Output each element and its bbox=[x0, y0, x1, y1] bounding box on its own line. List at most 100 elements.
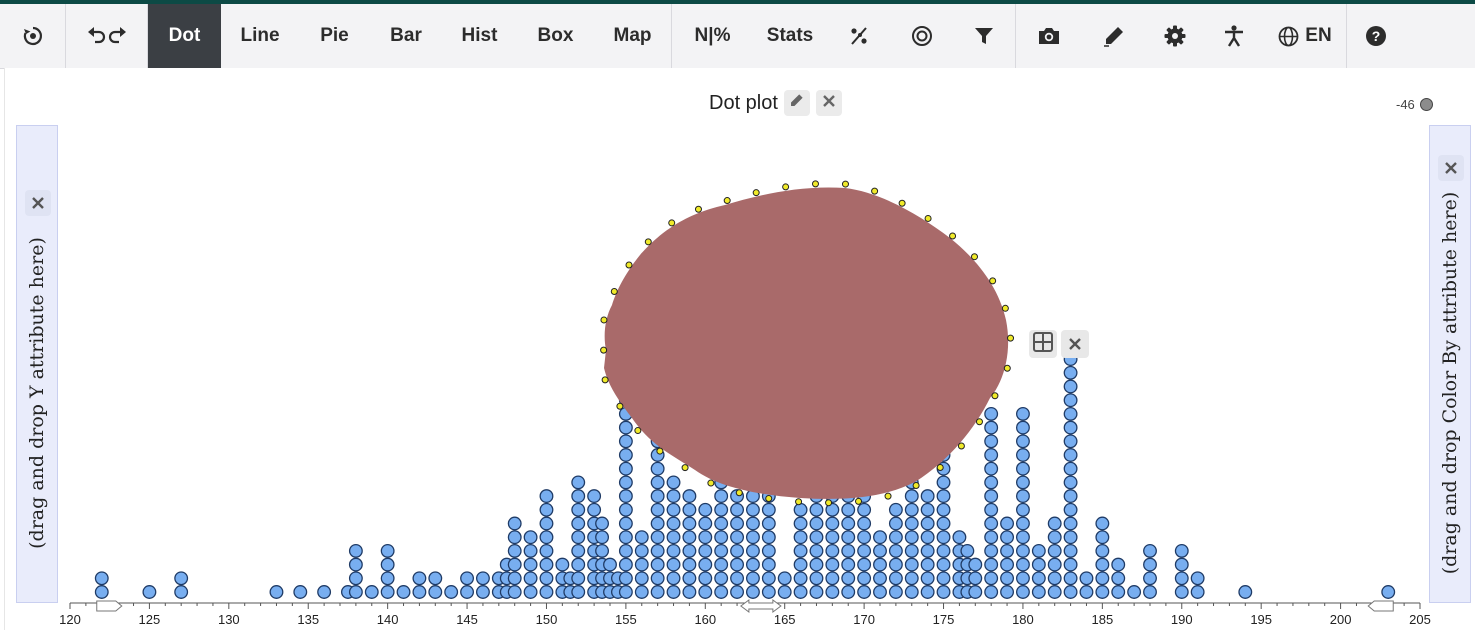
data-point[interactable] bbox=[618, 434, 633, 449]
shape-vertex-marker[interactable] bbox=[841, 180, 849, 188]
data-point[interactable] bbox=[1063, 420, 1078, 435]
data-point[interactable] bbox=[714, 530, 729, 545]
data-point[interactable] bbox=[714, 571, 729, 586]
data-point[interactable] bbox=[968, 557, 983, 572]
shape-vertex-marker[interactable] bbox=[707, 479, 715, 487]
data-point[interactable] bbox=[380, 571, 395, 586]
data-point[interactable] bbox=[650, 571, 665, 586]
data-point[interactable] bbox=[412, 585, 427, 599]
data-point[interactable] bbox=[920, 530, 935, 545]
data-point[interactable] bbox=[1190, 585, 1205, 599]
data-point[interactable] bbox=[650, 557, 665, 572]
data-point[interactable] bbox=[984, 434, 999, 449]
data-point[interactable] bbox=[857, 571, 872, 586]
data-point[interactable] bbox=[904, 502, 919, 517]
data-point[interactable] bbox=[507, 585, 522, 599]
data-point[interactable] bbox=[809, 516, 824, 531]
shape-vertex-marker[interactable] bbox=[912, 482, 920, 490]
data-point[interactable] bbox=[650, 543, 665, 558]
shape-close-button[interactable] bbox=[1061, 330, 1089, 358]
data-point[interactable] bbox=[857, 502, 872, 517]
data-point[interactable] bbox=[539, 571, 554, 586]
data-point[interactable] bbox=[857, 585, 872, 599]
data-point[interactable] bbox=[174, 571, 189, 586]
data-point[interactable] bbox=[841, 516, 856, 531]
data-point[interactable] bbox=[857, 543, 872, 558]
data-point[interactable] bbox=[650, 530, 665, 545]
shape-vertex-marker[interactable] bbox=[610, 287, 618, 295]
data-point[interactable] bbox=[904, 489, 919, 504]
data-point[interactable] bbox=[1063, 585, 1078, 599]
shape-vertex-marker[interactable] bbox=[936, 463, 944, 471]
shape-vertex-marker[interactable] bbox=[634, 427, 642, 435]
data-point[interactable] bbox=[571, 543, 586, 558]
data-point[interactable] bbox=[777, 585, 792, 599]
shape-vertex-marker[interactable] bbox=[616, 402, 624, 410]
data-point[interactable] bbox=[920, 489, 935, 504]
data-point[interactable] bbox=[809, 571, 824, 586]
shape-vertex-marker[interactable] bbox=[924, 214, 932, 222]
data-point[interactable] bbox=[841, 530, 856, 545]
data-point[interactable] bbox=[618, 571, 633, 586]
data-point[interactable] bbox=[507, 530, 522, 545]
data-point[interactable] bbox=[698, 502, 713, 517]
data-point[interactable] bbox=[618, 502, 633, 517]
data-point[interactable] bbox=[571, 530, 586, 545]
data-point[interactable] bbox=[539, 530, 554, 545]
data-point[interactable] bbox=[269, 585, 284, 599]
data-point[interactable] bbox=[936, 489, 951, 504]
data-point[interactable] bbox=[857, 557, 872, 572]
data-point[interactable] bbox=[1031, 543, 1046, 558]
data-point[interactable] bbox=[603, 557, 617, 572]
data-point[interactable] bbox=[1000, 516, 1015, 531]
data-point[interactable] bbox=[1063, 516, 1078, 531]
data-point[interactable] bbox=[920, 502, 935, 517]
data-point[interactable] bbox=[1063, 406, 1078, 421]
data-point[interactable] bbox=[730, 516, 745, 531]
data-point[interactable] bbox=[1000, 571, 1015, 586]
shape-vertex-marker[interactable] bbox=[681, 464, 689, 472]
data-point[interactable] bbox=[428, 585, 443, 599]
data-point[interactable] bbox=[1031, 585, 1046, 599]
data-point[interactable] bbox=[936, 557, 951, 572]
data-point[interactable] bbox=[1063, 379, 1078, 394]
data-point[interactable] bbox=[460, 585, 475, 599]
data-point[interactable] bbox=[571, 475, 586, 490]
data-point[interactable] bbox=[920, 557, 935, 572]
data-point[interactable] bbox=[714, 502, 729, 517]
shape-vertex-marker[interactable] bbox=[825, 499, 833, 507]
data-point[interactable] bbox=[745, 543, 760, 558]
data-point[interactable] bbox=[984, 571, 999, 586]
data-point[interactable] bbox=[1095, 571, 1110, 586]
data-point[interactable] bbox=[825, 585, 840, 599]
data-point[interactable] bbox=[761, 571, 776, 586]
data-point[interactable] bbox=[1015, 530, 1030, 545]
data-point[interactable] bbox=[618, 557, 633, 572]
data-point[interactable] bbox=[1015, 489, 1030, 504]
data-point[interactable] bbox=[1143, 543, 1157, 558]
data-point[interactable] bbox=[1111, 571, 1126, 586]
data-point[interactable] bbox=[1015, 516, 1030, 531]
data-point[interactable] bbox=[1063, 502, 1078, 517]
data-point[interactable] bbox=[873, 530, 887, 545]
data-point[interactable] bbox=[984, 557, 999, 572]
data-point[interactable] bbox=[984, 489, 999, 504]
data-point[interactable] bbox=[984, 475, 999, 490]
data-point[interactable] bbox=[1095, 543, 1110, 558]
axis-drag-handle[interactable] bbox=[740, 599, 782, 613]
data-point[interactable] bbox=[1047, 543, 1062, 558]
data-point[interactable] bbox=[682, 571, 697, 586]
shape-vertex-marker[interactable] bbox=[970, 253, 978, 261]
data-point[interactable] bbox=[1015, 475, 1030, 490]
data-point[interactable] bbox=[1015, 571, 1030, 586]
data-point[interactable] bbox=[618, 543, 633, 558]
data-point[interactable] bbox=[1381, 585, 1396, 599]
data-point[interactable] bbox=[1063, 475, 1078, 490]
data-point[interactable] bbox=[174, 585, 189, 599]
data-point[interactable] bbox=[634, 543, 649, 558]
data-point[interactable] bbox=[539, 585, 554, 599]
shape-vertex-marker[interactable] bbox=[855, 497, 863, 505]
shape-vertex-marker[interactable] bbox=[694, 205, 702, 213]
data-point[interactable] bbox=[595, 516, 610, 531]
data-point[interactable] bbox=[475, 571, 490, 586]
